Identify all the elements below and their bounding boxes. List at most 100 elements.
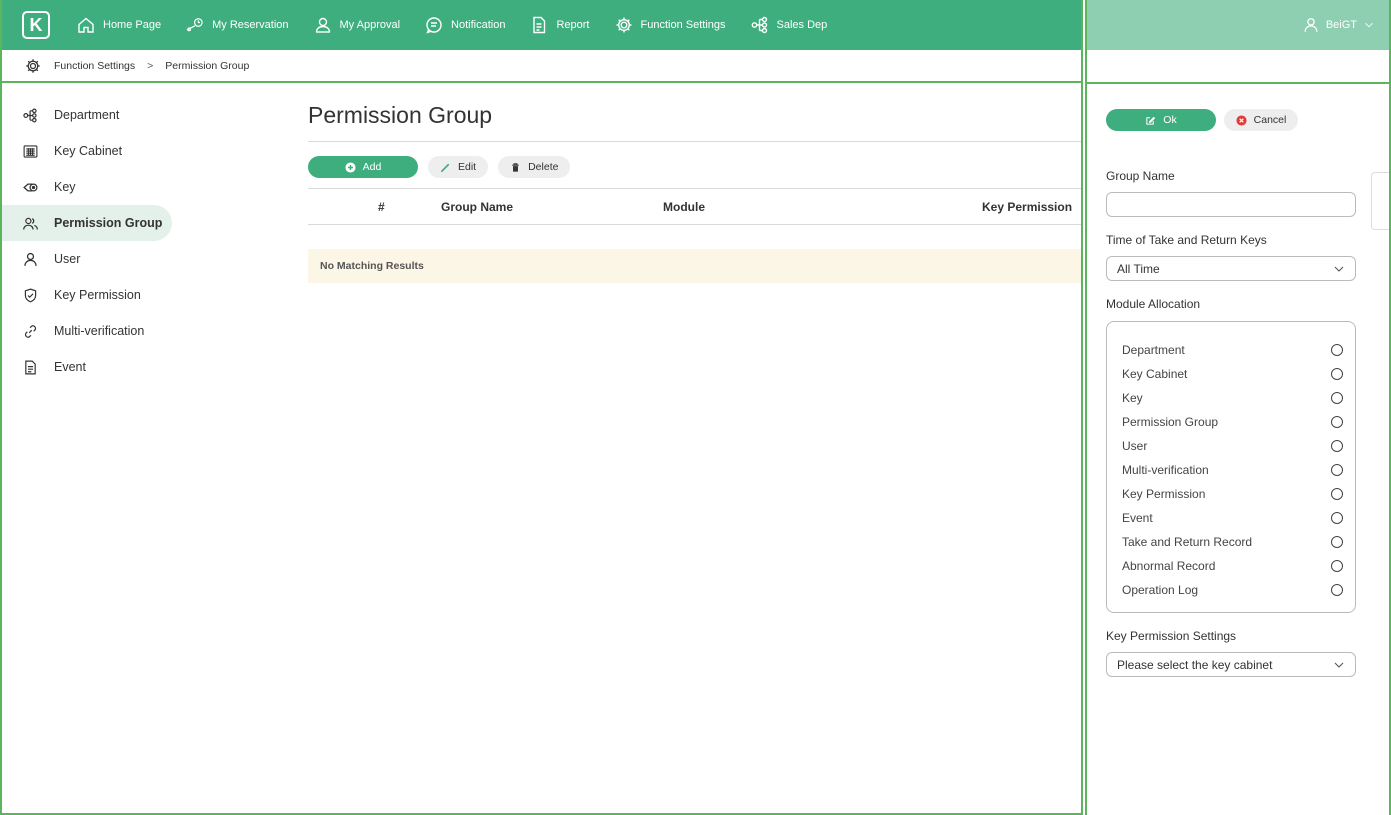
module-radio[interactable]: [1331, 512, 1343, 524]
org-chart-icon: [23, 108, 37, 122]
nav-sales-dep[interactable]: Sales Dep: [750, 15, 827, 35]
permission-group-form: Ok Cancel Group Name Time of Take and Re…: [1106, 109, 1356, 677]
column-header-group-name[interactable]: Group Name: [441, 200, 513, 214]
user-header: BeiGT: [1087, 0, 1389, 50]
column-header-module[interactable]: Module: [663, 200, 705, 214]
chevron-down-icon[interactable]: [1363, 19, 1375, 31]
module-radio[interactable]: [1331, 392, 1343, 404]
home-icon: [78, 17, 94, 33]
breadcrumb-parent[interactable]: Function Settings: [54, 60, 135, 72]
module-label: Multi-verification: [1122, 463, 1209, 477]
time-select-value: All Time: [1117, 261, 1160, 276]
module-label: Key: [1122, 391, 1143, 405]
drawer-edge-handle[interactable]: [1371, 172, 1389, 230]
nav-menu: Home Page My Reservation My Approval Not…: [76, 15, 851, 35]
key-cabinet-select-placeholder: Please select the key cabinet: [1117, 657, 1273, 672]
module-radio[interactable]: [1331, 344, 1343, 356]
message-icon: [426, 17, 442, 34]
sidebar-item-key[interactable]: Key: [2, 169, 172, 205]
edit-button[interactable]: Edit: [428, 156, 489, 178]
sidebar-item-user[interactable]: User: [2, 241, 172, 277]
column-header-number[interactable]: #: [378, 200, 385, 214]
sidebar-item-label: Key Cabinet: [54, 144, 123, 158]
module-radio[interactable]: [1331, 416, 1343, 428]
add-button-label: Add: [362, 161, 382, 173]
module-list: Department Key Cabinet Key Permission Gr…: [1106, 321, 1356, 613]
module-row-key-cabinet: Key Cabinet: [1122, 362, 1343, 386]
user-icon: [1304, 18, 1318, 32]
nav-label: My Approval: [339, 19, 401, 31]
module-radio[interactable]: [1331, 440, 1343, 452]
nav-my-reservation[interactable]: My Reservation: [185, 15, 289, 35]
group-name-label: Group Name: [1106, 169, 1175, 183]
time-select[interactable]: All Time: [1106, 256, 1356, 281]
main-content: Permission Group Add Edit Delete # Group…: [308, 97, 1081, 283]
group-name-input[interactable]: [1106, 192, 1356, 217]
breadcrumb-current: Permission Group: [165, 59, 250, 72]
table-header: # Group Name Module Key Permission: [308, 188, 1081, 225]
time-label: Time of Take and Return Keys: [1106, 233, 1267, 247]
add-button[interactable]: Add: [308, 156, 418, 178]
sidebar-item-label: Multi-verification: [54, 324, 145, 338]
close-circle-icon: [1236, 114, 1247, 126]
breadcrumb-separator: >: [147, 59, 154, 72]
module-row-multi-verification: Multi-verification: [1122, 458, 1343, 482]
sidebar-item-label: User: [54, 252, 81, 266]
nav-notification[interactable]: Notification: [424, 15, 505, 35]
nav-label: Function Settings: [640, 19, 726, 31]
edit-drawer: BeiGT Ok Cancel Group Name Time of Take …: [1085, 0, 1391, 815]
sidebar-item-label: Event: [54, 360, 86, 374]
user-icon: [24, 252, 37, 266]
nav-home-page[interactable]: Home Page: [76, 15, 161, 35]
user-check-icon: [315, 17, 330, 33]
nav-report[interactable]: Report: [529, 15, 590, 35]
shield-check-icon: [24, 287, 37, 303]
module-label: Department: [1122, 343, 1185, 357]
pencil-icon: [441, 163, 450, 172]
module-label: Event: [1122, 511, 1153, 525]
delete-button[interactable]: Delete: [498, 156, 571, 178]
gear-icon: [26, 58, 40, 73]
sidebar-item-event[interactable]: Event: [2, 349, 172, 385]
user-menu[interactable]: BeiGT: [1326, 19, 1357, 31]
key-icon: [23, 182, 38, 192]
module-row-abnormal-record: Abnormal Record: [1122, 554, 1343, 578]
module-radio[interactable]: [1331, 488, 1343, 500]
nav-my-approval[interactable]: My Approval: [313, 15, 401, 35]
sidebar-item-key-permission[interactable]: Key Permission: [2, 277, 172, 313]
module-allocation-label: Module Allocation: [1106, 297, 1201, 311]
ok-button[interactable]: Ok: [1106, 109, 1216, 131]
key-clock-icon: [186, 18, 203, 32]
module-radio[interactable]: [1331, 464, 1343, 476]
app-root: K Home Page My Reservation My Approval N…: [0, 0, 1391, 815]
module-row-key: Key: [1122, 386, 1343, 410]
edit-button-label: Edit: [458, 161, 477, 173]
module-label: Key Permission: [1122, 487, 1206, 501]
chevron-down-icon: [1334, 662, 1344, 668]
module-label: Operation Log: [1122, 583, 1199, 597]
module-radio[interactable]: [1331, 536, 1343, 548]
nav-label: Notification: [451, 19, 506, 31]
sidebar-item-multi-verification[interactable]: Multi-verification: [2, 313, 172, 349]
module-row-operation-log: Operation Log: [1122, 578, 1343, 602]
module-radio[interactable]: [1331, 584, 1343, 596]
module-row-user: User: [1122, 434, 1343, 458]
column-header-key-permission[interactable]: Key Permission: [982, 200, 1072, 214]
nav-function-settings[interactable]: Function Settings: [614, 15, 726, 35]
nav-label: Home Page: [103, 19, 162, 31]
ok-button-label: Ok: [1163, 114, 1177, 126]
module-row-department: Department: [1122, 338, 1343, 362]
sidebar-item-department[interactable]: Department: [2, 97, 172, 133]
top-navigation-bar: K Home Page My Reservation My Approval N…: [2, 0, 1081, 50]
sidebar-item-permission-group[interactable]: Permission Group: [2, 205, 172, 241]
sidebar-item-key-cabinet[interactable]: Key Cabinet: [2, 133, 172, 169]
module-radio[interactable]: [1331, 560, 1343, 572]
key-cabinet-select[interactable]: Please select the key cabinet: [1106, 652, 1356, 677]
sidebar-item-label: Key Permission: [54, 288, 141, 302]
nav-label: Report: [556, 19, 590, 31]
nav-label: My Reservation: [212, 19, 289, 31]
key-permission-settings-label: Key Permission Settings: [1106, 629, 1237, 643]
cancel-button[interactable]: Cancel: [1224, 109, 1298, 131]
app-logo[interactable]: K: [22, 11, 50, 39]
module-radio[interactable]: [1331, 368, 1343, 380]
